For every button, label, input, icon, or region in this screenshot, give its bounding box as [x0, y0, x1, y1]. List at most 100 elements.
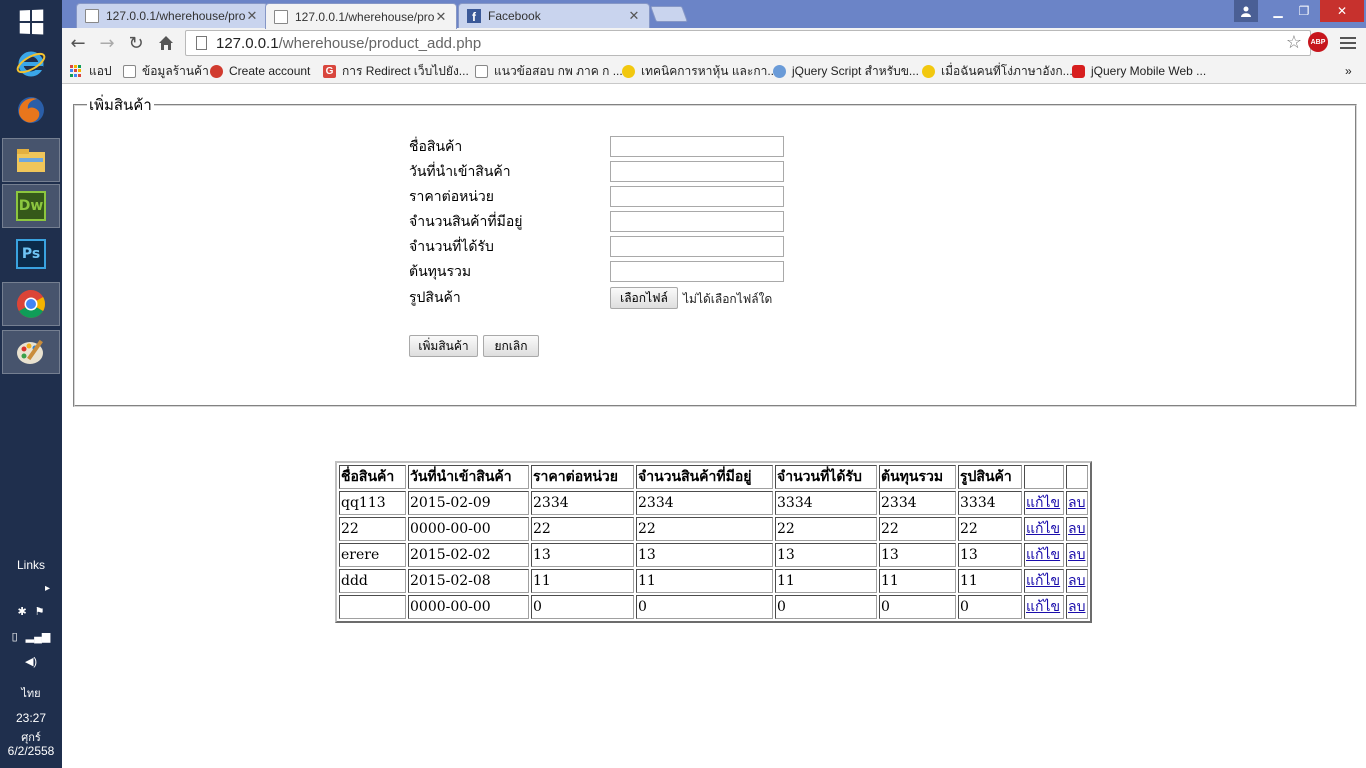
bookmark-english[interactable]: เมื่อฉันคนที่โง่ภาษาอังก...: [922, 62, 1073, 80]
bookmark-redirect[interactable]: G การ Redirect เว็บไปยัง...: [323, 62, 469, 80]
total-cost-label: ต้นทุนรวม: [409, 264, 472, 280]
cell-name: [339, 595, 406, 619]
cell-edit: แก้ไข: [1024, 517, 1064, 541]
bookmark-label: การ Redirect เว็บไปยัง...: [342, 63, 469, 78]
table-row: 22 0000-00-00 22 22 22 22 22 แก้ไข ลบ: [339, 517, 1088, 541]
edit-link[interactable]: แก้ไข: [1026, 495, 1060, 511]
taskbar-file-explorer[interactable]: [2, 138, 60, 182]
action-center-flag-icon[interactable]: ⚑: [35, 606, 45, 618]
network-signal-icon[interactable]: ▂▄▆: [26, 631, 51, 643]
delete-link[interactable]: ลบ: [1068, 547, 1085, 563]
cell-total-cost: 11: [879, 569, 956, 593]
close-tab-icon[interactable]: ✕: [434, 9, 448, 25]
delete-link[interactable]: ลบ: [1068, 599, 1085, 615]
chrome-menu-icon[interactable]: [1340, 33, 1356, 53]
clock-time[interactable]: 23:27: [0, 711, 62, 725]
bookmark-jquery-mobile[interactable]: jQuery Mobile Web ...: [1072, 62, 1206, 80]
edit-link[interactable]: แก้ไข: [1026, 599, 1060, 615]
cell-name: erere: [339, 543, 406, 567]
paint-palette-icon: [17, 339, 43, 364]
product-name-input[interactable]: [610, 136, 784, 157]
bookmark-shop-info[interactable]: ข้อมูลร้านค้า: [123, 62, 209, 80]
column-header-total-cost: ต้นทุนรวม: [879, 465, 956, 489]
column-header-name: ชื่อสินค้า: [339, 465, 406, 489]
browser-tab-2[interactable]: 127.0.0.1/wherehouse/pro ✕: [265, 3, 457, 29]
page-info-icon[interactable]: [196, 36, 207, 50]
bookmark-apps[interactable]: แอป: [70, 62, 112, 80]
taskbar-internet-explorer[interactable]: [2, 41, 60, 85]
bookmark-star-icon[interactable]: ☆: [1286, 32, 1302, 53]
forward-arrow-icon[interactable]: →: [95, 32, 119, 54]
user-profile-icon[interactable]: [1234, 0, 1258, 22]
edit-link[interactable]: แก้ไข: [1026, 573, 1060, 589]
import-date-input[interactable]: [610, 161, 784, 182]
cell-edit: แก้ไข: [1024, 595, 1064, 619]
table-header-row: ชื่อสินค้า วันที่นำเข้าสินค้า ราคาต่อหน่…: [339, 465, 1088, 489]
minimize-icon[interactable]: ▁: [1265, 0, 1291, 22]
browser-tab-1[interactable]: 127.0.0.1/wherehouse/pro ✕: [76, 3, 268, 28]
table-row: ddd 2015-02-08 11 11 11 11 11 แก้ไข ลบ: [339, 569, 1088, 593]
home-icon[interactable]: [154, 32, 178, 54]
bookmark-label: เทคนิคการหาหุ้น และกา...: [641, 63, 778, 78]
windows-start-button[interactable]: [2, 0, 60, 44]
close-tab-icon[interactable]: ✕: [627, 8, 641, 24]
stock-quantity-input[interactable]: [610, 211, 784, 232]
taskbar-photoshop[interactable]: Ps: [2, 232, 60, 276]
back-arrow-icon[interactable]: ←: [66, 32, 90, 54]
cell-delete: ลบ: [1066, 595, 1088, 619]
bookmark-exam[interactable]: แนวข้อสอบ กพ ภาค ก ...: [475, 62, 623, 80]
taskbar-chrome[interactable]: [2, 282, 60, 326]
photoshop-icon: Ps: [16, 239, 46, 269]
edit-link[interactable]: แก้ไข: [1026, 547, 1060, 563]
tray-expand-arrow-icon[interactable]: ▸: [0, 583, 62, 594]
cell-edit: แก้ไข: [1024, 543, 1064, 567]
close-tab-icon[interactable]: ✕: [245, 8, 259, 24]
add-product-button[interactable]: เพิ่มสินค้า: [409, 335, 478, 357]
restore-icon[interactable]: ❐: [1291, 0, 1317, 22]
tray-icons-row-3: ◀): [0, 655, 62, 668]
cell-image: 22: [958, 517, 1022, 541]
url-host: 127.0.0.1: [216, 34, 279, 52]
taskbar-links-label[interactable]: Links: [0, 558, 62, 572]
taskbar-paint[interactable]: [2, 330, 60, 374]
unit-price-input[interactable]: [610, 186, 784, 207]
total-cost-input[interactable]: [610, 261, 784, 282]
cancel-button[interactable]: ยกเลิก: [483, 335, 539, 357]
bookmark-jquery-script[interactable]: jQuery Script สำหรับข...: [773, 62, 919, 80]
cell-received: 0: [775, 595, 877, 619]
cell-delete: ลบ: [1066, 517, 1088, 541]
delete-link[interactable]: ลบ: [1068, 521, 1085, 537]
cell-edit: แก้ไข: [1024, 491, 1064, 515]
volume-icon[interactable]: ◀): [25, 656, 37, 668]
bookmarks-overflow-button[interactable]: »: [1345, 62, 1352, 80]
product-table: ชื่อสินค้า วันที่นำเข้าสินค้า ราคาต่อหน่…: [335, 461, 1092, 623]
column-header-delete: [1066, 465, 1088, 489]
bookmark-create-account[interactable]: Create account: [210, 62, 310, 80]
cell-unit-price: 0: [531, 595, 634, 619]
language-indicator[interactable]: ไทย: [0, 684, 62, 702]
cell-delete: ลบ: [1066, 569, 1088, 593]
received-quantity-input[interactable]: [610, 236, 784, 257]
edit-link[interactable]: แก้ไข: [1026, 521, 1060, 537]
cell-import-date: 0000-00-00: [408, 595, 529, 619]
delete-link[interactable]: ลบ: [1068, 495, 1085, 511]
cell-total-cost: 13: [879, 543, 956, 567]
taskbar-dreamweaver[interactable]: Dw: [2, 184, 60, 228]
taskbar-firefox[interactable]: [2, 88, 60, 132]
browser-tab-3[interactable]: f Facebook ✕: [458, 3, 650, 28]
bookmark-stock[interactable]: เทคนิคการหาหุ้น และกา...: [622, 62, 777, 80]
choose-file-button[interactable]: เลือกไฟล์: [610, 287, 678, 309]
new-tab-button[interactable]: [650, 6, 688, 22]
delete-link[interactable]: ลบ: [1068, 573, 1085, 589]
battery-icon[interactable]: ▯: [12, 631, 18, 643]
bluetooth-icon[interactable]: ✱: [17, 606, 26, 618]
cell-received: 11: [775, 569, 877, 593]
clock-date[interactable]: 6/2/2558: [0, 744, 62, 758]
tray-icons-row-2: ▯ ▂▄▆: [0, 630, 62, 643]
reload-icon[interactable]: ↻: [124, 32, 148, 54]
close-window-icon[interactable]: ✕: [1320, 0, 1364, 22]
adblock-plus-icon[interactable]: ABP: [1308, 32, 1328, 52]
no-file-chosen-text: ไม่ได้เลือกไฟล์ใด: [683, 292, 773, 306]
address-bar[interactable]: 127.0.0.1/wherehouse/product_add.php ☆: [185, 30, 1311, 56]
cell-received: 13: [775, 543, 877, 567]
